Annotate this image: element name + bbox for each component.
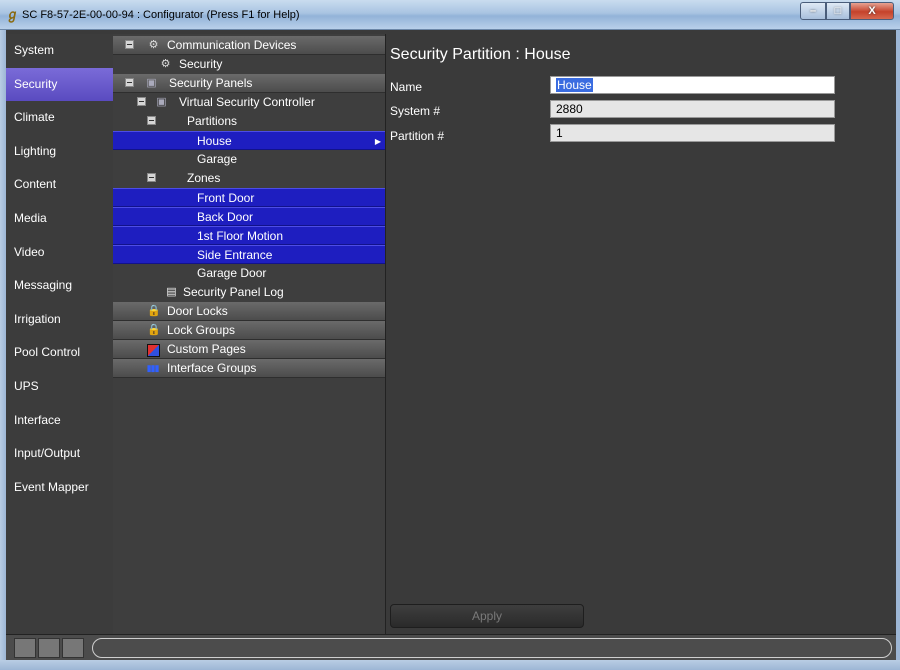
tree-item-interface-groups[interactable]: ▮▮▮ Interface Groups [113, 359, 385, 378]
sidebar-item-media[interactable]: Media [6, 202, 113, 236]
window-controls: – □ X [800, 2, 894, 20]
page-title: Security Partition : House [390, 46, 571, 63]
sidebar-item-system[interactable]: System [6, 34, 113, 68]
tree-item-virtual-security-controller[interactable]: ▣ Virtual Security Controller [113, 93, 385, 112]
apply-button[interactable]: Apply [390, 604, 584, 628]
maximize-button[interactable]: □ [826, 2, 850, 20]
collapse-icon[interactable] [137, 97, 146, 106]
communication-devices-icon: ⚙ [160, 58, 171, 70]
window-frame-right [896, 30, 900, 660]
sidebar-item-messaging[interactable]: Messaging [6, 269, 113, 303]
status-bar [6, 634, 896, 661]
status-cell [38, 638, 60, 658]
maximize-icon: □ [834, 5, 842, 17]
security-panel-icon: ▣ [146, 77, 157, 89]
sidebar-item-content[interactable]: Content [6, 168, 113, 202]
collapse-icon[interactable] [147, 173, 156, 182]
sidebar-item-climate[interactable]: Climate [6, 101, 113, 135]
collapse-icon[interactable] [125, 78, 134, 87]
sidebar-item-irrigation[interactable]: Irrigation [6, 303, 113, 337]
custom-pages-icon [147, 344, 160, 357]
window-title: SC F8-57-2E-00-00-94 : Configurator (Pre… [22, 9, 300, 21]
close-button[interactable]: X [850, 2, 894, 20]
minimize-icon: – [809, 5, 817, 17]
sidebar-item-video[interactable]: Video [6, 236, 113, 270]
minimize-button[interactable]: – [800, 2, 826, 20]
name-field[interactable]: House [550, 76, 835, 94]
system-number-label: System # [390, 104, 441, 118]
tree-item-house[interactable]: House ▶ [113, 131, 385, 150]
tree-item-door-locks[interactable]: 🔒 Door Locks [113, 302, 385, 321]
tree-item-back-door[interactable]: Back Door [113, 207, 385, 226]
collapse-icon[interactable] [125, 40, 134, 49]
tree-item-security-panels[interactable]: ▣ Security Panels [113, 74, 385, 93]
detail-panel: Security Partition : House Name House Sy… [386, 34, 896, 634]
status-cell [14, 638, 36, 658]
sidebar-item-lighting[interactable]: Lighting [6, 135, 113, 169]
tree-item-garage-door[interactable]: Garage Door [113, 264, 385, 283]
device-tree: ⚙ Communication Devices ⚙ Security ▣ Sec… [113, 34, 386, 634]
sidebar-item-pool-control[interactable]: Pool Control [6, 336, 113, 370]
tree-item-security-device[interactable]: ⚙ Security [113, 55, 385, 74]
configurator-logo-icon: ℊ [6, 7, 20, 22]
tree-item-1st-floor-motion[interactable]: 1st Floor Motion [113, 226, 385, 245]
window-frame-bottom [0, 660, 900, 670]
tree-item-custom-pages[interactable]: Custom Pages [113, 340, 385, 359]
name-label: Name [390, 80, 423, 94]
tree-item-lock-groups[interactable]: 🔒 Lock Groups [113, 321, 385, 340]
close-icon: X [868, 5, 876, 17]
tree-item-side-entrance[interactable]: Side Entrance [113, 245, 385, 264]
partition-number-label: Partition # [390, 129, 445, 143]
tree-item-front-door[interactable]: Front Door [113, 188, 385, 207]
status-cell [62, 638, 84, 658]
sidebar-item-event-mapper[interactable]: Event Mapper [6, 471, 113, 505]
padlock-icon: 🔒 [147, 324, 161, 336]
security-panel-icon: ▣ [156, 96, 167, 108]
title-bar: ℊ SC F8-57-2E-00-00-94 : Configurator (P… [0, 0, 900, 30]
status-field [92, 638, 892, 658]
sidebar-item-interface[interactable]: Interface [6, 404, 113, 438]
sidebar-item-ups[interactable]: UPS [6, 370, 113, 404]
log-document-icon: ▤ [166, 286, 177, 298]
tree-item-security-panel-log[interactable]: ▤ Security Panel Log [113, 283, 385, 302]
arrow-right-icon: ▶ [374, 137, 381, 146]
tree-item-partitions[interactable]: Partitions [113, 112, 385, 131]
communication-devices-icon: ⚙ [148, 39, 159, 51]
padlock-icon: 🔒 [147, 305, 161, 317]
system-number-field[interactable]: 2880 [550, 100, 835, 118]
sidebar-nav: System Security Climate Lighting Content… [6, 34, 114, 634]
sidebar-item-input-output[interactable]: Input/Output [6, 437, 113, 471]
interface-groups-icon: ▮▮▮ [146, 363, 160, 373]
collapse-icon[interactable] [147, 116, 156, 125]
tree-item-garage[interactable]: Garage [113, 150, 385, 169]
tree-item-zones[interactable]: Zones [113, 169, 385, 188]
tree-item-communication-devices[interactable]: ⚙ Communication Devices [113, 36, 385, 55]
partition-number-field[interactable]: 1 [550, 124, 835, 142]
sidebar-item-security[interactable]: Security [6, 67, 113, 102]
